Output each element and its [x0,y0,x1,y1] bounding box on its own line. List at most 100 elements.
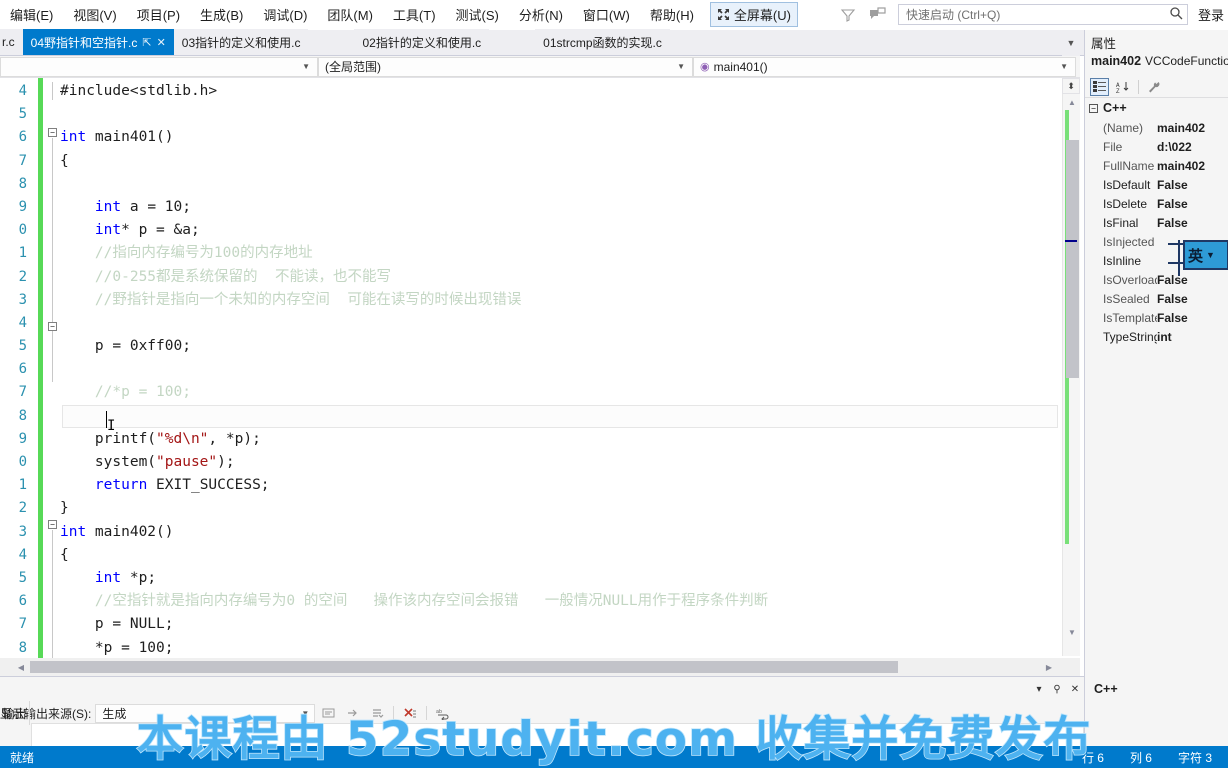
properties-group-cpp[interactable]: − C++ [1085,98,1228,118]
menu-item-project[interactable]: 项目(P) [127,1,190,28]
property-row[interactable]: IsTemplate False [1085,308,1228,327]
property-row[interactable]: IsSealed False [1085,289,1228,308]
scroll-left-arrow-icon[interactable]: ◀ [12,658,30,676]
code-line[interactable]: int* p = &a; [60,219,1060,242]
go-to-next-icon[interactable] [367,704,387,723]
property-row[interactable]: (Name) main402 [1085,118,1228,137]
editor-vertical-scrollbar[interactable]: ▲ ▼ [1062,94,1080,656]
pin-icon[interactable]: ⇱ [142,36,151,49]
ime-language-bar[interactable]: 英 ▼ [1183,240,1228,270]
toggle-word-wrap-icon[interactable]: ab [433,704,453,723]
fold-toggle-main402[interactable]: − [48,520,57,529]
output-source-dropdown[interactable]: 生成 ▼ [95,703,316,723]
scroll-right-arrow-icon[interactable]: ▶ [1040,658,1058,676]
code-text[interactable]: #include<stdlib.h> int main401() { int a … [60,80,1060,660]
quick-launch-input[interactable]: 快速启动 (Ctrl+Q) [897,4,1188,25]
property-value[interactable]: int [1157,330,1228,344]
code-line[interactable]: #include<stdlib.h> [60,80,1060,103]
menu-item-help[interactable]: 帮助(H) [640,1,704,28]
code-line[interactable]: //0-255都是系统保留的 不能读，也不能写 [60,266,1060,289]
tab-01-strcmp-implementation[interactable]: 01strcmp函数的实现.c [535,29,670,55]
editor-split-button[interactable]: ⬍ [1062,78,1080,94]
tab-partial-left[interactable]: r.c [0,29,23,55]
code-line[interactable]: //空指针就是指向内存编号为0 的空间 操作该内存空间会报错 一般情况NULL用… [60,590,1060,613]
property-row[interactable]: IsDefault False [1085,175,1228,194]
tab-02-pointer-definition[interactable]: 02指针的定义和使用.c [354,29,490,55]
code-line[interactable]: return EXIT_SUCCESS; [60,474,1060,497]
pin-icon[interactable]: ⚲ [1048,680,1066,698]
code-line[interactable]: //野指针是指向一个未知的内存空间 可能在读写的时候出现错误 [60,289,1060,312]
scroll-down-arrow-icon[interactable]: ▼ [1063,624,1080,640]
property-value[interactable]: d:\022 [1157,140,1228,154]
code-line[interactable]: int *p; [60,567,1060,590]
filter-icon[interactable] [838,5,858,25]
property-row[interactable]: IsFinal False [1085,213,1228,232]
menu-item-team[interactable]: 团队(M) [317,1,383,28]
scrollbar-thumb[interactable] [1066,140,1079,378]
fullscreen-button[interactable]: 全屏幕(U) [709,2,798,27]
close-icon[interactable]: ✕ [1066,680,1084,698]
code-line[interactable] [60,103,1060,126]
fold-toggle-main401[interactable]: − [48,128,57,137]
group-collapse-icon[interactable]: − [1089,103,1098,113]
wrench-icon[interactable] [1145,78,1164,96]
menu-item-view[interactable]: 视图(V) [63,1,126,28]
code-line[interactable]: p = NULL; [60,613,1060,636]
tab-overflow-chevron-down-icon[interactable]: ▼ [1062,30,1080,56]
scroll-up-arrow-icon[interactable]: ▲ [1063,94,1080,110]
menu-item-edit[interactable]: 编辑(E) [0,1,63,28]
clear-all-icon[interactable] [400,704,420,723]
code-line[interactable]: system("pause"); [60,451,1060,474]
code-line[interactable]: int a = 10; [60,196,1060,219]
member-scope-dropdown[interactable]: ◉ main401() ▼ [693,56,1076,77]
categorized-icon[interactable] [1090,77,1109,96]
menu-item-test[interactable]: 测试(S) [446,1,509,28]
property-value[interactable]: main402 [1157,121,1228,135]
menu-item-tools[interactable]: 工具(T) [383,1,446,28]
property-row[interactable]: IsOverloadedFalse [1085,270,1228,289]
project-scope-dropdown[interactable]: ▼ [0,56,318,77]
hscrollbar-thumb[interactable] [30,661,898,673]
ime-mode-label[interactable]: 英 [1188,245,1203,266]
property-value[interactable]: False [1157,178,1228,192]
go-to-icon[interactable] [343,704,363,723]
menu-item-analyze[interactable]: 分析(N) [509,1,573,28]
code-line[interactable]: int main402() [60,521,1060,544]
code-line[interactable] [60,405,1060,428]
property-row[interactable]: TypeString int [1085,327,1228,346]
sign-in-link[interactable]: 登录 [1198,5,1224,24]
property-row[interactable]: File d:\022 [1085,137,1228,156]
code-line[interactable]: } [60,497,1060,520]
property-value[interactable]: main402 [1157,159,1228,173]
tab-04-wild-and-null-pointer[interactable]: 04野指针和空指针.c ⇱ ✕ [22,29,174,55]
code-line[interactable]: int main401() [60,126,1060,149]
alphabetical-sort-icon[interactable]: A Z [1113,78,1132,96]
fold-toggle-comment-block[interactable]: − [48,322,57,331]
code-line[interactable]: { [60,544,1060,567]
property-value[interactable]: False [1157,197,1228,211]
code-editor[interactable]: 4 5 6 7 8 9 0 1 2 3 4 5 6 7 8 9 0 1 2 3 4 5 6 7 8 − − − #include… [0,78,1080,676]
feedback-icon[interactable] [868,5,888,25]
output-text-area[interactable] [31,723,1084,747]
code-line[interactable]: //指向内存编号为100的内存地址 [60,242,1060,265]
code-line[interactable]: p = 0xff00; [60,335,1060,358]
code-line[interactable] [60,173,1060,196]
property-value[interactable]: False [1157,273,1228,287]
type-scope-dropdown[interactable]: (全局范围) ▼ [318,56,693,77]
menu-item-build[interactable]: 生成(B) [190,1,253,28]
code-line[interactable]: { [60,150,1060,173]
editor-horizontal-scrollbar[interactable]: ◀ ▶ [0,658,1080,676]
property-row[interactable]: IsDelete False [1085,194,1228,213]
code-line[interactable]: *p = 100; [60,637,1060,660]
property-row[interactable]: FullName main402 [1085,156,1228,175]
property-value[interactable]: False [1157,216,1228,230]
code-line[interactable] [60,358,1060,381]
code-line[interactable]: printf("%d\n", *p); [60,428,1060,451]
code-line[interactable] [60,312,1060,335]
property-value[interactable]: False [1157,311,1228,325]
output-window-options-chevron-down-icon[interactable]: ▾ [1030,680,1048,698]
menu-item-window[interactable]: 窗口(W) [573,1,640,28]
find-message-icon[interactable] [319,704,339,723]
menu-item-debug[interactable]: 调试(D) [253,1,317,28]
property-value[interactable]: False [1157,292,1228,306]
